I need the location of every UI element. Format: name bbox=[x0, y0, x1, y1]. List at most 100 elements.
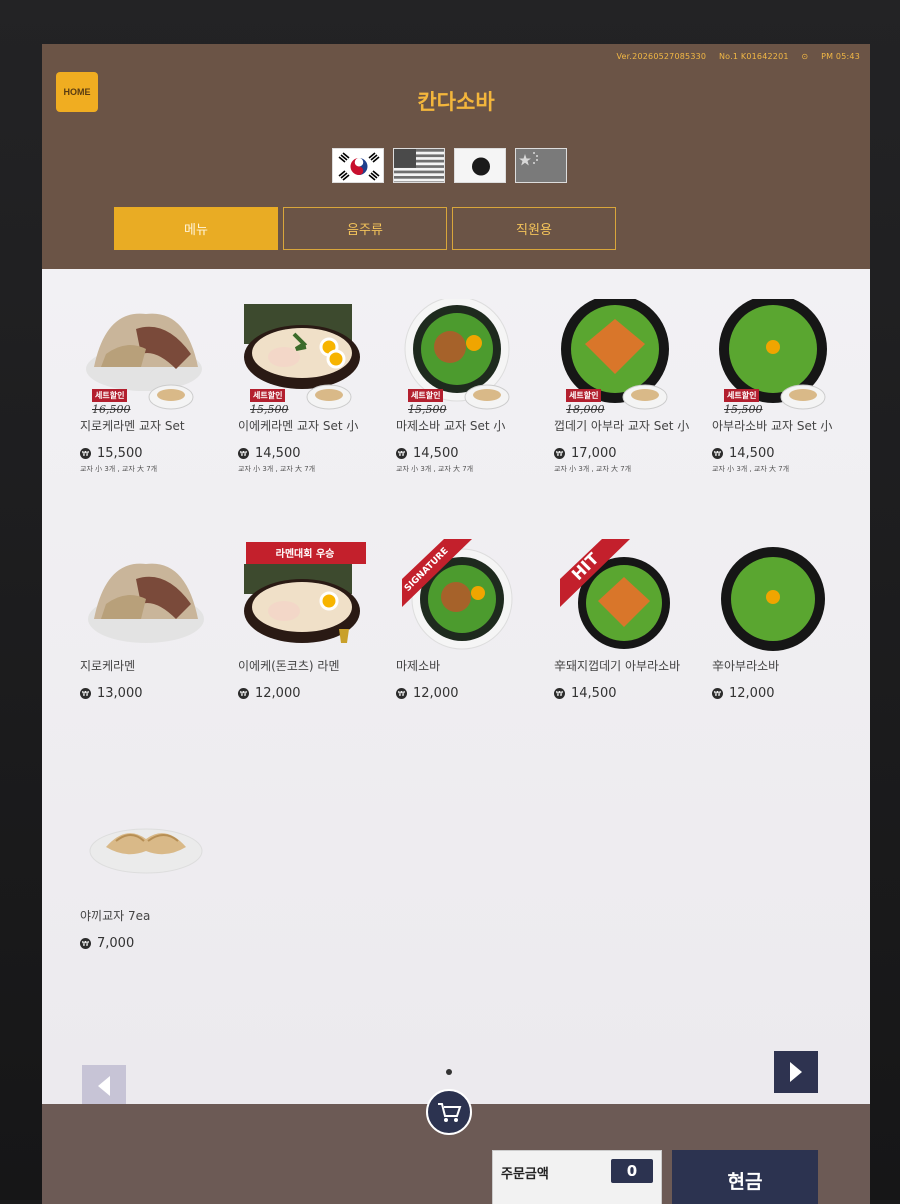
item-price: ₩14,500 bbox=[554, 686, 704, 701]
menu-item[interactable]: 라멘대회 우승 이에케(돈코츠) 라멘 ₩12,000 bbox=[238, 539, 388, 701]
won-icon: ₩ bbox=[712, 688, 723, 699]
item-name: 껍데기 아부라 교자 Set 小 bbox=[554, 419, 690, 433]
item-note: 교자 小 3개 , 교자 大 7개 bbox=[554, 465, 632, 473]
won-icon: ₩ bbox=[80, 688, 91, 699]
original-price: 15,500 bbox=[250, 403, 289, 416]
item-price: ₩14,500 bbox=[396, 446, 546, 461]
item-price: ₩14,500 bbox=[238, 446, 388, 461]
kiosk-screen: Ver.20260527085330 No.1 K01642201 ⊙ PM 0… bbox=[42, 44, 870, 1204]
menu-item[interactable]: 지로케라멘 ₩13,000 bbox=[80, 539, 230, 701]
menu-item[interactable]: 야끼교자 7ea ₩7,000 bbox=[80, 789, 230, 951]
award-ribbon: 라멘대회 우승 bbox=[275, 549, 335, 560]
menu-item[interactable]: 세트할인 18,000 껍데기 아부라 교자 Set 小 ₩17,000 교자 … bbox=[554, 295, 704, 474]
item-note: 교자 小 3개 , 교자 大 7개 bbox=[238, 465, 316, 473]
original-price: 15,500 bbox=[724, 403, 763, 416]
item-price: ₩12,000 bbox=[238, 686, 388, 701]
item-note: 교자 小 3개 , 교자 大 7개 bbox=[712, 465, 790, 473]
menu-item[interactable]: 세트할인 15,500 마제소바 교자 Set 小 ₩14,500 교자 小 3… bbox=[396, 296, 546, 474]
usa-flag-icon[interactable] bbox=[393, 148, 445, 183]
language-flags bbox=[332, 148, 567, 183]
order-total-box: 주문금액 0 bbox=[492, 1150, 662, 1204]
item-name: 지로케라멘 bbox=[80, 659, 136, 673]
clock: ⊙ PM 05:43 bbox=[801, 52, 860, 61]
item-price: ₩15,500 bbox=[80, 446, 230, 461]
won-icon: ₩ bbox=[80, 938, 91, 949]
item-price: ₩12,000 bbox=[712, 686, 862, 701]
prev-page-button[interactable] bbox=[82, 1065, 126, 1107]
food-image: 세트할인 18,000 bbox=[560, 295, 690, 416]
tab-menu[interactable]: 메뉴 bbox=[114, 207, 278, 250]
food-image: 세트할인 15,500 bbox=[402, 296, 532, 416]
item-name: 이에케라멘 교자 Set 小 bbox=[238, 419, 359, 433]
set-discount-badge: 세트할인 bbox=[566, 389, 602, 402]
food-image bbox=[86, 789, 216, 904]
status-bar: Ver.20260527085330 No.1 K01642201 ⊙ PM 0… bbox=[606, 52, 860, 61]
menu-grid: 세트할인 16,500 지로케라멘 교자 Set ₩15,500 교자 小 3개… bbox=[42, 269, 870, 1107]
menu-item[interactable]: HIT 辛돼지껍데기 아부라소바 ₩14,500 bbox=[554, 539, 704, 701]
menu-item[interactable]: 辛아부라소바 ₩12,000 bbox=[712, 539, 862, 701]
food-image bbox=[718, 539, 848, 654]
china-flag-icon[interactable] bbox=[515, 148, 567, 183]
arrow-right-icon bbox=[790, 1062, 802, 1082]
version-text: Ver.20260527085330 bbox=[616, 52, 707, 61]
item-note: 교자 小 3개 , 교자 大 7개 bbox=[396, 465, 474, 473]
menu-item[interactable]: 세트할인 15,500 아부라소바 교자 Set 小 ₩14,500 교자 小 … bbox=[712, 295, 862, 474]
won-icon: ₩ bbox=[396, 688, 407, 699]
item-note: 교자 小 3개 , 교자 大 7개 bbox=[80, 465, 158, 473]
won-icon: ₩ bbox=[554, 448, 565, 459]
won-icon: ₩ bbox=[712, 448, 723, 459]
next-page-button[interactable] bbox=[774, 1051, 818, 1093]
set-discount-badge: 세트할인 bbox=[724, 389, 760, 402]
won-icon: ₩ bbox=[80, 448, 91, 459]
item-price: ₩12,000 bbox=[396, 686, 546, 701]
arrow-left-icon bbox=[98, 1076, 110, 1096]
food-image bbox=[86, 539, 216, 654]
set-discount-badge: 세트할인 bbox=[408, 389, 444, 402]
cart-button[interactable] bbox=[426, 1089, 472, 1135]
food-image: HIT bbox=[560, 539, 690, 654]
set-discount-badge: 세트할인 bbox=[250, 389, 286, 402]
korea-flag-icon[interactable] bbox=[332, 148, 384, 183]
cash-pay-button[interactable]: 현금 bbox=[672, 1150, 818, 1204]
item-name: 마제소바 교자 Set 小 bbox=[396, 419, 506, 433]
time-text: PM 05:43 bbox=[821, 52, 860, 61]
won-icon: ₩ bbox=[396, 448, 407, 459]
original-price: 16,500 bbox=[92, 403, 131, 416]
header: Ver.20260527085330 No.1 K01642201 ⊙ PM 0… bbox=[42, 44, 870, 269]
tab-staff[interactable]: 직원용 bbox=[452, 207, 616, 250]
won-icon: ₩ bbox=[238, 688, 249, 699]
japan-flag-icon[interactable] bbox=[454, 148, 506, 183]
order-total-label: 주문금액 bbox=[501, 1167, 549, 1182]
item-price: ₩17,000 bbox=[554, 446, 704, 461]
food-image: 세트할인 15,500 bbox=[244, 299, 374, 416]
menu-item[interactable]: SIGNATURE 마제소바 ₩12,000 bbox=[396, 539, 546, 701]
food-image: 라멘대회 우승 bbox=[244, 539, 374, 654]
item-price: ₩13,000 bbox=[80, 686, 230, 701]
item-name: 辛아부라소바 bbox=[712, 659, 780, 673]
page-indicator-dot bbox=[446, 1069, 452, 1075]
item-price: ₩14,500 bbox=[712, 446, 862, 461]
original-price: 15,500 bbox=[408, 403, 447, 416]
cart-icon bbox=[438, 1103, 462, 1122]
item-name: 지로케라멘 교자 Set bbox=[80, 419, 185, 433]
food-image: SIGNATURE bbox=[402, 539, 532, 654]
food-image: 세트할인 15,500 bbox=[718, 295, 848, 416]
item-name: 마제소바 bbox=[396, 659, 441, 673]
category-tabs: 메뉴 음주류 직원용 bbox=[114, 207, 616, 250]
food-image: 세트할인 16,500 bbox=[86, 299, 216, 416]
item-name: 辛돼지껍데기 아부라소바 bbox=[554, 659, 681, 673]
original-price: 18,000 bbox=[566, 403, 605, 416]
set-discount-badge: 세트할인 bbox=[92, 389, 128, 402]
menu-item[interactable]: 세트할인 16,500 지로케라멘 교자 Set ₩15,500 교자 小 3개… bbox=[80, 299, 230, 474]
kiosk-number: No.1 K01642201 bbox=[718, 52, 789, 61]
item-name: 야끼교자 7ea bbox=[80, 909, 151, 923]
won-icon: ₩ bbox=[554, 688, 565, 699]
tab-drinks[interactable]: 음주류 bbox=[283, 207, 447, 250]
menu-item[interactable]: 세트할인 15,500 이에케라멘 교자 Set 小 ₩14,500 교자 小 … bbox=[238, 299, 388, 474]
item-name: 아부라소바 교자 Set 小 bbox=[712, 419, 833, 433]
item-name: 이에케(돈코츠) 라멘 bbox=[238, 659, 340, 673]
won-icon: ₩ bbox=[238, 448, 249, 459]
item-price: ₩7,000 bbox=[80, 936, 230, 951]
shop-title: 칸다소바 bbox=[417, 90, 495, 114]
order-total-count: 0 bbox=[611, 1159, 653, 1183]
